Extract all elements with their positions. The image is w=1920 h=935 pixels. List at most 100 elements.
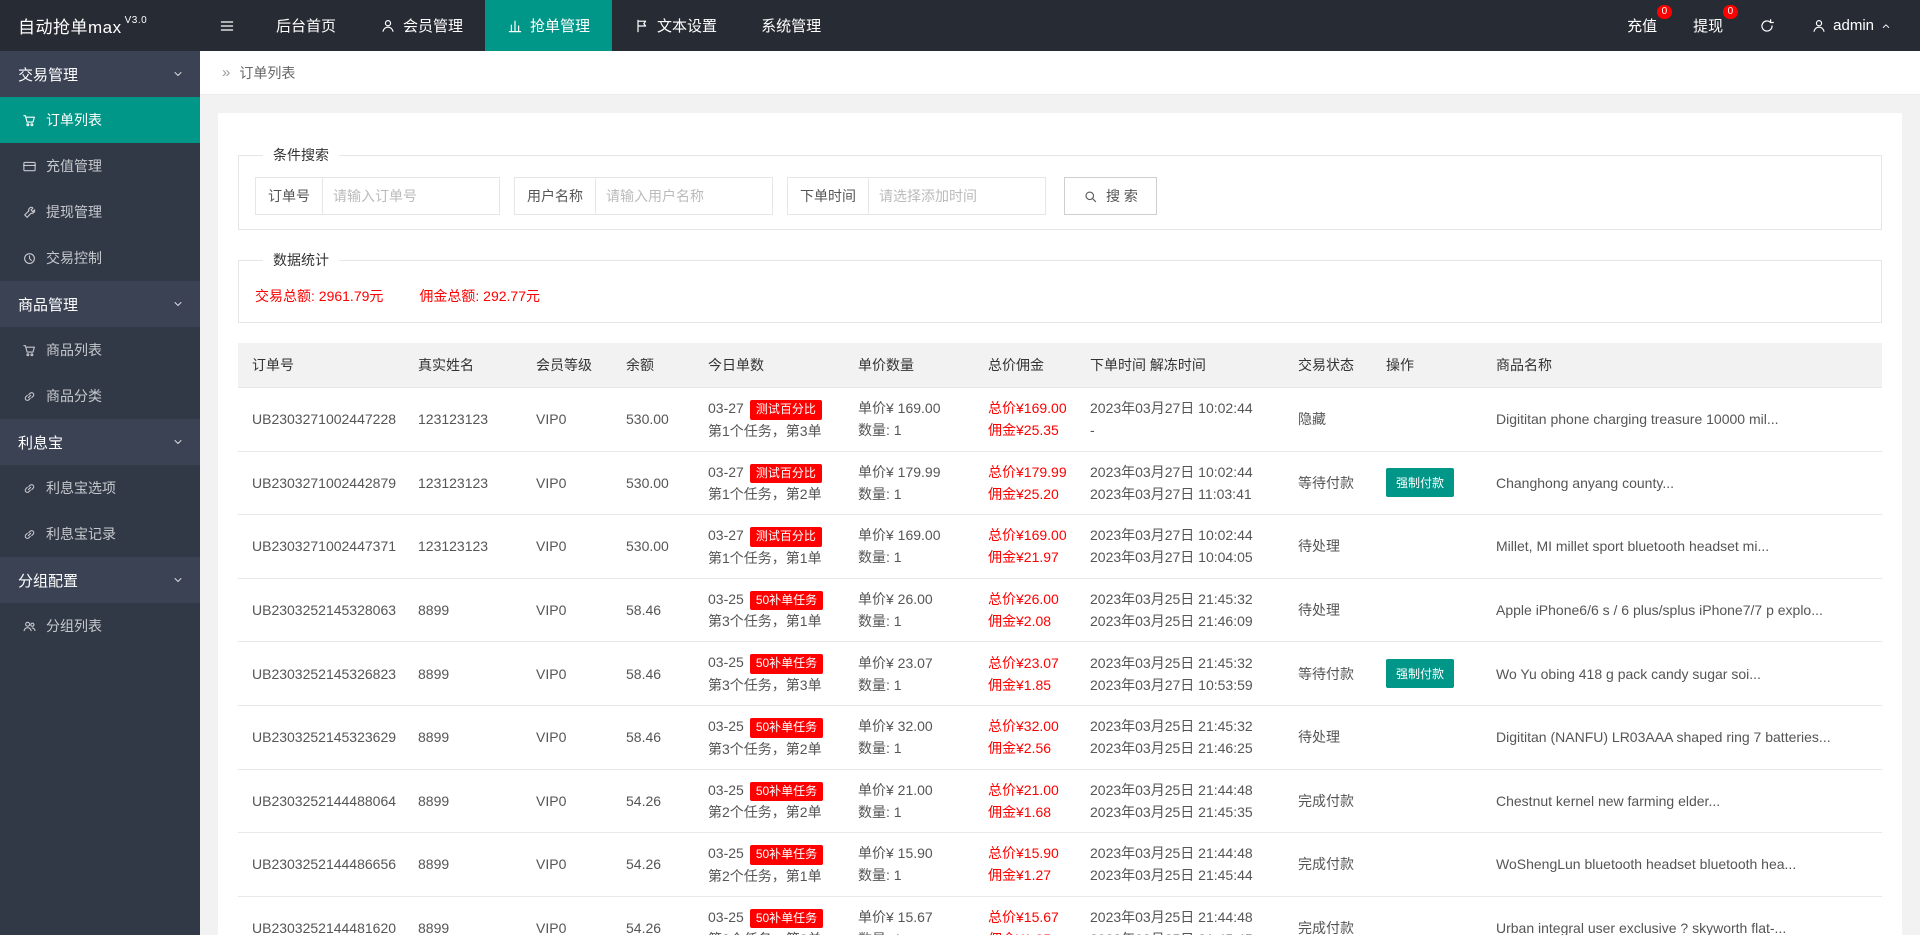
commission: 佣金¥1.85: [988, 674, 1070, 696]
sidebar-item-product-list[interactable]: 商品列表: [0, 327, 200, 373]
product-name: Wo Yu obing 418 g pack candy sugar soi..…: [1496, 666, 1872, 682]
task-badge: 50补单任务: [750, 654, 823, 674]
top-nav-label: 会员管理: [403, 15, 463, 36]
table-row: UB2303252144488064 8899 VIP0 54.26 03-25…: [238, 769, 1882, 833]
sidebar-item-label: 商品分类: [46, 386, 102, 406]
cell-member-level: VIP0: [526, 515, 616, 579]
menu-toggle-button[interactable]: [200, 0, 254, 51]
sidebar-group-product-management[interactable]: 商品管理: [0, 281, 200, 327]
cell-product-name: Digititan phone charging treasure 10000 …: [1486, 388, 1882, 452]
task-badge: 50补单任务: [750, 591, 823, 611]
order-date: 03-27: [708, 464, 744, 480]
task-info: 第3个任务，第2单: [708, 738, 838, 760]
order-time: 2023年03月27日 10:02:44: [1090, 524, 1278, 546]
order-date: 03-27: [708, 400, 744, 416]
task-info: 第3个任务，第3单: [708, 674, 838, 696]
admin-menu[interactable]: admin: [1811, 17, 1892, 34]
cell-order-no: UB2303271002442879: [238, 451, 408, 515]
cell-order-no: UB2303252144488064: [238, 769, 408, 833]
username-input[interactable]: [595, 177, 773, 215]
cell-real-name: 123123123: [408, 388, 526, 452]
top-nav-grab-orders[interactable]: 抢单管理: [485, 0, 612, 51]
order-time-field-label: 下单时间: [787, 177, 869, 215]
cell-member-level: VIP0: [526, 642, 616, 706]
top-nav-home[interactable]: 后台首页: [254, 0, 358, 51]
sidebar-item-order-list[interactable]: 订单列表: [0, 97, 200, 143]
cell-unit-price-qty: 单价¥ 26.00 数量: 1: [848, 578, 978, 642]
order-no-input[interactable]: [322, 177, 500, 215]
sidebar-item-recharge-management[interactable]: 充值管理: [0, 143, 200, 189]
sidebar-group-group-config[interactable]: 分组配置: [0, 557, 200, 603]
chevron-down-icon: [172, 574, 184, 586]
column-header: 下单时间 解冻时间: [1080, 343, 1288, 388]
commission: 佣金¥1.27: [988, 864, 1070, 886]
link-icon: [22, 389, 37, 404]
refresh-button[interactable]: [1759, 18, 1775, 34]
sidebar-item-label: 充值管理: [46, 156, 102, 176]
sidebar-group-transaction-management[interactable]: 交易管理: [0, 51, 200, 97]
cell-order-no: UB2303252145323629: [238, 705, 408, 769]
order-time: 2023年03月27日 10:02:44: [1090, 397, 1278, 419]
unit-price: 单价¥ 32.00: [858, 715, 968, 737]
cell-unit-price-qty: 单价¥ 15.67 数量: 1: [848, 896, 978, 935]
unit-price: 单价¥ 23.07: [858, 652, 968, 674]
cell-member-level: VIP0: [526, 451, 616, 515]
force-pay-button[interactable]: 强制付款: [1386, 659, 1454, 688]
column-header: 商品名称: [1486, 343, 1882, 388]
topbar: 自动抢单max V3.0 后台首页会员管理抢单管理文本设置系统管理 充值 0 提…: [0, 0, 1920, 51]
cell-real-name: 8899: [408, 705, 526, 769]
order-date: 03-25: [708, 718, 744, 734]
column-header: 会员等级: [526, 343, 616, 388]
force-pay-button[interactable]: 强制付款: [1386, 468, 1454, 497]
top-nav-text-settings[interactable]: 文本设置: [612, 0, 739, 51]
task-badge: 50补单任务: [750, 782, 823, 802]
sidebar-item-label: 利息宝选项: [46, 478, 116, 498]
task-info: 第1个任务，第2单: [708, 483, 838, 505]
search-button[interactable]: 搜 索: [1064, 177, 1157, 215]
sidebar-item-product-category[interactable]: 商品分类: [0, 373, 200, 419]
order-time: 2023年03月25日 21:45:32: [1090, 588, 1278, 610]
cell-status: 待处理: [1288, 515, 1376, 579]
cell-today-orders: 03-2550补单任务 第2个任务，第3单: [698, 896, 848, 935]
task-badge: 50补单任务: [750, 845, 823, 865]
search-row: 订单号 用户名称 下单时间 搜 索: [255, 177, 1865, 215]
recharge-button[interactable]: 充值 0: [1627, 15, 1657, 36]
table-row: UB2303252145323629 8899 VIP0 58.46 03-25…: [238, 705, 1882, 769]
task-info: 第1个任务，第3单: [708, 420, 838, 442]
sidebar-item-interest-options[interactable]: 利息宝选项: [0, 465, 200, 511]
product-name: Chestnut kernel new farming elder...: [1496, 793, 1872, 809]
top-nav-system[interactable]: 系统管理: [739, 0, 843, 51]
task-info: 第3个任务，第1单: [708, 610, 838, 632]
product-name: WoShengLun bluetooth headset bluetooth h…: [1496, 856, 1872, 872]
total-price: 总价¥15.67: [988, 906, 1070, 928]
cell-member-level: VIP0: [526, 833, 616, 897]
commission: 佣金¥1.25: [988, 928, 1070, 935]
sidebar-group-interest-treasure[interactable]: 利息宝: [0, 419, 200, 465]
quantity: 数量: 1: [858, 928, 968, 935]
flag-icon: [634, 18, 650, 34]
column-header: 今日单数: [698, 343, 848, 388]
table-row: UB2303252145326823 8899 VIP0 58.46 03-25…: [238, 642, 1882, 706]
cell-real-name: 8899: [408, 578, 526, 642]
topbar-right: 充值 0 提现 0 admin: [1627, 0, 1920, 51]
total-price: 总价¥179.99: [988, 461, 1070, 483]
top-nav-members[interactable]: 会员管理: [358, 0, 485, 51]
order-time-input[interactable]: [868, 177, 1046, 215]
cell-today-orders: 03-27测试百分比 第1个任务，第1单: [698, 515, 848, 579]
unit-price: 单价¥ 15.90: [858, 842, 968, 864]
chevron-down-icon: [172, 68, 184, 80]
app-title: 自动抢单max: [18, 13, 122, 38]
cell-total-commission: 总价¥26.00 佣金¥2.08: [978, 578, 1080, 642]
stats-fieldset-title: 数据统计: [263, 250, 339, 270]
sidebar-item-group-list[interactable]: 分组列表: [0, 603, 200, 649]
sidebar-item-interest-records[interactable]: 利息宝记录: [0, 511, 200, 557]
cell-product-name: Changhong anyang county...: [1486, 451, 1882, 515]
card-icon: [22, 159, 37, 174]
sidebar-item-transaction-control[interactable]: 交易控制: [0, 235, 200, 281]
table-row: UB2303252144481620 8899 VIP0 54.26 03-25…: [238, 896, 1882, 935]
chevron-down-icon: [172, 436, 184, 448]
withdraw-button[interactable]: 提现 0: [1693, 15, 1723, 36]
sidebar-item-withdraw-management[interactable]: 提现管理: [0, 189, 200, 235]
cell-real-name: 8899: [408, 833, 526, 897]
cell-unit-price-qty: 单价¥ 169.00 数量: 1: [848, 388, 978, 452]
